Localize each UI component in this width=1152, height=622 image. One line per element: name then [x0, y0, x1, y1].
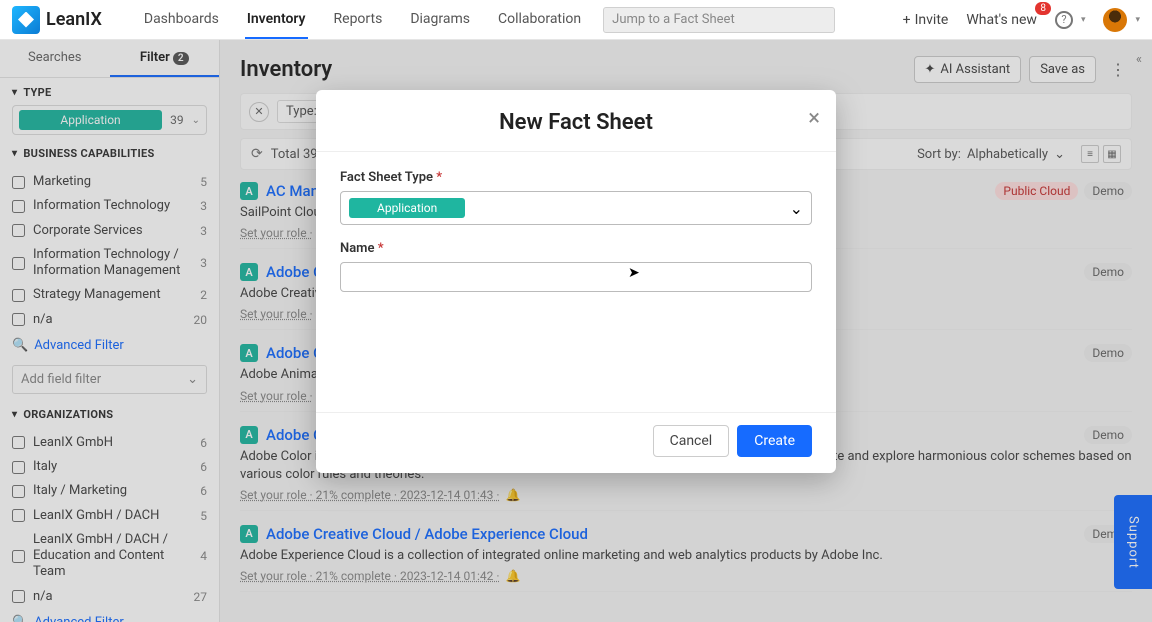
avatar[interactable]: [1103, 8, 1127, 32]
whatsnew-badge: 8: [1035, 2, 1051, 15]
chevron-down-icon: ▾: [1135, 15, 1140, 25]
logo-icon: [12, 6, 40, 34]
chevron-down-icon: ▾: [1081, 15, 1086, 25]
logo[interactable]: LeanIX: [12, 6, 102, 34]
jump-search[interactable]: Jump to a Fact Sheet: [603, 7, 835, 33]
create-button[interactable]: Create: [737, 425, 812, 457]
help-icon[interactable]: ?: [1055, 11, 1073, 29]
cancel-button[interactable]: Cancel: [653, 425, 730, 457]
main-nav: Dashboards Inventory Reports Diagrams Co…: [142, 1, 583, 39]
modal-title: New Fact Sheet: [340, 110, 812, 135]
whatsnew-button[interactable]: What's new8: [966, 12, 1037, 28]
type-select-value: Application: [349, 198, 465, 218]
invite-label: Invite: [915, 12, 949, 28]
name-input[interactable]: [340, 262, 812, 292]
nav-dashboards[interactable]: Dashboards: [142, 1, 221, 39]
nav-inventory[interactable]: Inventory: [245, 1, 308, 39]
fact-sheet-type-label: Fact Sheet Type *: [340, 170, 812, 185]
top-actions: +Invite What's new8 ? ▾ ▾: [903, 8, 1140, 32]
new-fact-sheet-modal: New Fact Sheet × Fact Sheet Type * Appli…: [316, 90, 836, 473]
invite-button[interactable]: +Invite: [903, 12, 949, 28]
fact-sheet-type-select[interactable]: Application ⌄: [340, 191, 812, 225]
nav-collaboration[interactable]: Collaboration: [496, 1, 583, 39]
nav-reports[interactable]: Reports: [332, 1, 385, 39]
whatsnew-label: What's new: [966, 12, 1037, 28]
close-icon[interactable]: ×: [808, 106, 820, 131]
name-label: Name *: [340, 241, 812, 256]
plus-icon: +: [903, 12, 911, 28]
brand-text: LeanIX: [46, 9, 102, 30]
top-bar: LeanIX Dashboards Inventory Reports Diag…: [0, 0, 1152, 40]
jump-placeholder: Jump to a Fact Sheet: [612, 12, 735, 27]
nav-diagrams[interactable]: Diagrams: [408, 1, 472, 39]
chevron-down-icon: ⌄: [790, 199, 803, 218]
modal-overlay: New Fact Sheet × Fact Sheet Type * Appli…: [0, 40, 1152, 622]
